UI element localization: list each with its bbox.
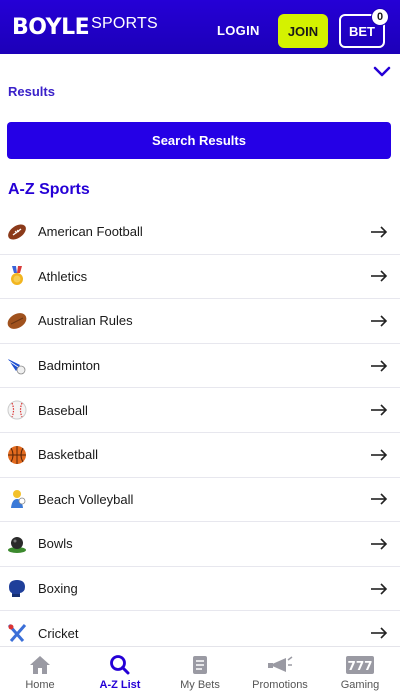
logo-main: BOYLE [12, 14, 90, 40]
arrow-right-icon [371, 226, 388, 238]
section-title: A-Z Sports [8, 181, 90, 198]
basketball-icon [6, 444, 28, 466]
arrow-right-icon [371, 404, 388, 416]
sport-label: Basketball [38, 447, 98, 463]
medal-icon [6, 265, 28, 287]
boxing-glove-icon [6, 578, 28, 600]
sport-label: American Football [38, 224, 143, 240]
sport-row-bowls[interactable]: Bowls [0, 522, 400, 567]
nav-label: My Bets [180, 679, 220, 691]
bottom-nav: Home A-Z List My Bets Promotions 777 Gam… [0, 646, 400, 700]
join-button[interactable]: JOIN [278, 14, 328, 48]
nav-label: Gaming [340, 679, 380, 691]
nav-label: Promotions [252, 679, 308, 691]
sport-label: Bowls [38, 536, 73, 552]
search-results-button[interactable]: Search Results [7, 122, 391, 159]
sport-row-athletics[interactable]: Athletics [0, 255, 400, 300]
nav-label: A-Z List [99, 679, 141, 691]
arrow-right-icon [371, 449, 388, 461]
sport-label: Baseball [38, 402, 88, 418]
results-filter-collapsed[interactable]: Results [0, 54, 400, 98]
nav-gaming[interactable]: 777 Gaming [320, 647, 400, 700]
chevron-down-icon[interactable] [373, 66, 391, 78]
sport-label: Beach Volleyball [38, 491, 134, 507]
sport-label: Cricket [38, 625, 79, 641]
sport-row-boxing[interactable]: Boxing [0, 567, 400, 612]
baseball-icon [6, 399, 28, 421]
arrow-right-icon [371, 270, 388, 282]
arrow-right-icon [371, 315, 388, 327]
nav-az-list[interactable]: A-Z List [80, 647, 160, 700]
betslip-label: BET [349, 23, 375, 39]
sport-row-beach-volleyball[interactable]: Beach Volleyball [0, 478, 400, 523]
filter-partial-label: Results [8, 84, 55, 98]
login-button[interactable]: LOGIN [217, 23, 260, 38]
betslip-count-badge: 0 [371, 8, 389, 26]
home-icon [30, 656, 50, 674]
megaphone-icon [268, 656, 293, 672]
sport-label: Badminton [38, 358, 101, 374]
arrow-right-icon [371, 360, 388, 372]
logo-sub: SPORTS [91, 15, 158, 32]
top-header: BOYLE SPORTS LOGIN JOIN BET 0 [0, 0, 400, 54]
arrow-right-icon [371, 582, 388, 595]
boylesports-logo[interactable]: BOYLE SPORTS [12, 15, 158, 40]
sport-label: Athletics [38, 268, 88, 284]
bowls-icon [6, 533, 28, 555]
sport-row-american-football[interactable]: American Football [0, 210, 400, 255]
rugby-ball-icon [6, 310, 28, 332]
arrow-right-icon [371, 493, 388, 505]
sport-label: Boxing [38, 581, 78, 597]
betslip-button[interactable]: BET 0 [339, 8, 389, 48]
search-icon [110, 655, 130, 675]
nav-promotions[interactable]: Promotions [240, 647, 320, 700]
nav-home[interactable]: Home [0, 647, 80, 700]
volleyball-icon [6, 488, 28, 510]
shuttlecock-icon [6, 355, 28, 377]
nav-my-bets[interactable]: My Bets [160, 647, 240, 700]
arrow-right-icon [371, 538, 388, 550]
sport-row-australian-rules[interactable]: Australian Rules [0, 299, 400, 344]
bet-slip-icon [193, 656, 207, 674]
american-football-icon [6, 221, 28, 243]
sport-label: Australian Rules [38, 313, 133, 329]
nav-label: Home [25, 679, 55, 691]
sports-list: American Football Athletics Australian R… [0, 210, 400, 656]
cricket-icon [6, 622, 28, 644]
svg-text:777: 777 [347, 659, 372, 673]
arrow-right-icon [371, 627, 388, 639]
sport-row-baseball[interactable]: Baseball [0, 388, 400, 433]
sport-row-basketball[interactable]: Basketball [0, 433, 400, 478]
slot-777-icon: 777 [346, 656, 374, 674]
sport-row-badminton[interactable]: Badminton [0, 344, 400, 389]
